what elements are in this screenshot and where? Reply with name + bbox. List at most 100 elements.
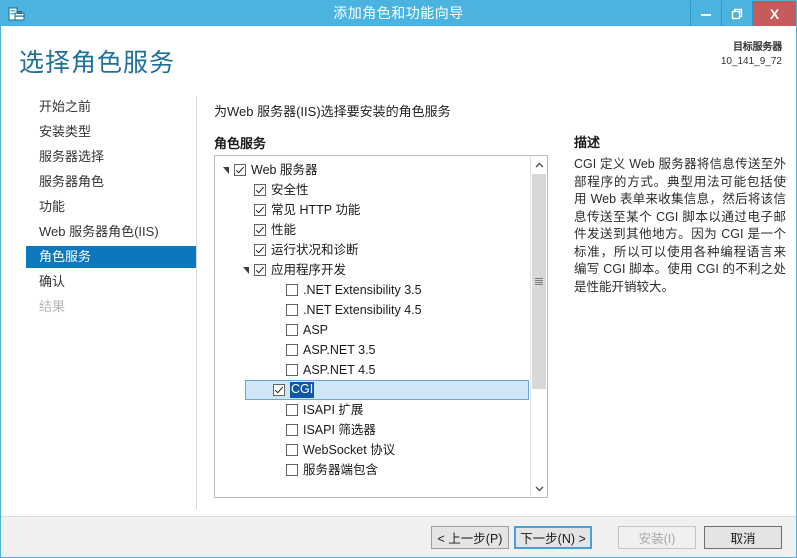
tree-row[interactable]: 服务器端包含 [215, 460, 531, 480]
checkbox-checked[interactable] [254, 204, 266, 216]
tree-row[interactable]: 应用程序开发 [215, 260, 531, 280]
tree-row[interactable]: ASP.NET 3.5 [215, 340, 531, 360]
wizard-step-nav: 开始之前安装类型服务器选择服务器角色功能 Web 服务器角色(IIS) 角色服务确认… [1, 96, 197, 509]
page-title: 选择角色服务 [19, 49, 176, 77]
window-controls: X [690, 1, 796, 26]
checkbox-unchecked[interactable] [286, 404, 298, 416]
checkbox-unchecked[interactable] [286, 284, 298, 296]
tree-row[interactable]: ISAPI 扩展 [215, 400, 531, 420]
expand-triangle-icon[interactable] [241, 184, 254, 197]
checkbox-unchecked[interactable] [286, 304, 298, 316]
tree-row-label: 安全性 [271, 182, 309, 197]
tree-row-label: Web 服务器 [251, 162, 318, 177]
tree-row-label: 应用程序开发 [271, 262, 347, 277]
checkbox-checked[interactable] [254, 244, 266, 256]
target-server-info: 目标服务器 10_141_9_72 [721, 41, 782, 69]
tree-row-label: WebSocket 协议 [303, 442, 396, 457]
role-services-tree[interactable]: Web 服务器安全性常见 HTTP 功能 性能运行状况和诊断 应用程序开发 .NET … [214, 155, 548, 498]
checkbox-checked[interactable] [234, 164, 246, 176]
collapse-triangle-icon[interactable] [221, 164, 234, 177]
wizard-button-bar: < 上一步(P) 下一步(N) > 安装(I) 取消 [1, 516, 796, 557]
cancel-button[interactable]: 取消 [704, 526, 782, 549]
checkbox-checked[interactable] [254, 184, 266, 196]
sidebar-item-0[interactable]: 开始之前 [1, 96, 196, 118]
target-server-label: 目标服务器 [733, 42, 782, 53]
title-bar: 添加角色和功能向导 X [1, 1, 796, 26]
restore-button[interactable] [721, 1, 752, 26]
checkbox-unchecked[interactable] [286, 444, 298, 456]
tree-row-label: CGI [290, 382, 315, 398]
tree-row[interactable]: Web 服务器 [215, 160, 531, 180]
tree-row-label: 常见 HTTP 功能 [271, 202, 361, 217]
checkbox-unchecked[interactable] [286, 424, 298, 436]
install-button: 安装(I) [618, 526, 696, 549]
expand-triangle-icon[interactable] [241, 204, 254, 217]
scroll-up-arrow-icon[interactable] [531, 156, 547, 173]
scrollbar-grip-icon [535, 278, 543, 285]
tree-row[interactable]: CGI [245, 380, 529, 400]
close-button[interactable]: X [752, 1, 796, 26]
checkbox-checked[interactable] [254, 264, 266, 276]
previous-button[interactable]: < 上一步(P) [431, 526, 509, 549]
description-body: CGI 定义 Web 服务器将信息传送至外部程序的方式。典型用法可能包括使用 W… [574, 157, 786, 294]
sidebar-item-7[interactable]: 确认 [1, 271, 196, 293]
role-services-label: 角色服务 [214, 136, 267, 151]
tree-row-label: ISAPI 筛选器 [303, 422, 376, 437]
tree-row[interactable]: 常见 HTTP 功能 [215, 200, 531, 220]
expand-triangle-icon[interactable] [241, 244, 254, 257]
tree-row[interactable]: ASP.NET 4.5 [215, 360, 531, 380]
add-roles-wizard-window: 添加角色和功能向导 X 选择角色服务 目标服务器 10_141_9_72 开始之… [0, 0, 797, 558]
tree-row[interactable]: .NET Extensibility 4.5 [215, 300, 531, 320]
checkbox-unchecked[interactable] [286, 464, 298, 476]
tree-row-label: ASP [303, 322, 329, 337]
expand-triangle-icon[interactable] [241, 224, 254, 237]
sidebar-item-3[interactable]: 服务器角色 [1, 171, 196, 193]
checkbox-checked[interactable] [254, 224, 266, 236]
window-title: 添加角色和功能向导 [333, 5, 464, 21]
tree-row-label: 性能 [271, 222, 297, 237]
tree-scrollbar[interactable] [530, 156, 547, 497]
tree-row-label: .NET Extensibility 3.5 [303, 282, 422, 297]
sidebar-item-1[interactable]: 安装类型 [1, 121, 196, 143]
sidebar-item-6[interactable]: 角色服务 [26, 246, 196, 268]
tree-row[interactable]: ASP [215, 320, 531, 340]
tree-row[interactable]: ISAPI 筛选器 [215, 420, 531, 440]
tree-row-label: ASP.NET 4.5 [303, 362, 376, 377]
sidebar-item-5[interactable]: Web 服务器角色(IIS) [1, 221, 196, 243]
checkbox-unchecked[interactable] [286, 344, 298, 356]
scrollbar-thumb[interactable] [532, 174, 546, 389]
scroll-down-arrow-icon[interactable] [531, 480, 547, 497]
tree-row[interactable]: 安全性 [215, 180, 531, 200]
sidebar-item-2[interactable]: 服务器选择 [1, 146, 196, 168]
tree-row-label: 运行状况和诊断 [271, 242, 359, 257]
description-title: 描述 [574, 135, 601, 150]
tree-row[interactable]: 性能 [215, 220, 531, 240]
checkbox-unchecked[interactable] [286, 324, 298, 336]
tree-row-label: ASP.NET 3.5 [303, 342, 376, 357]
checkbox-unchecked[interactable] [286, 364, 298, 376]
tree-row-label: ISAPI 扩展 [303, 402, 364, 417]
tree-row[interactable]: WebSocket 协议 [215, 440, 531, 460]
next-button[interactable]: 下一步(N) > [514, 526, 592, 549]
server-wizard-icon [6, 4, 26, 24]
sidebar-item-8: 结果 [39, 299, 66, 314]
tree-row-label: 服务器端包含 [303, 462, 379, 477]
checkbox-checked[interactable] [273, 384, 285, 396]
collapse-triangle-icon[interactable] [241, 264, 254, 277]
tree-row[interactable]: 运行状况和诊断 [215, 240, 531, 260]
sidebar-item-4[interactable]: 功能 [1, 196, 196, 218]
tree-row-label: .NET Extensibility 4.5 [303, 302, 422, 317]
minimize-button[interactable] [690, 1, 721, 26]
target-server-value: 10_141_9_72 [720, 56, 782, 67]
instruction-text: 为Web 服务器(IIS)选择要安装的角色服务 [214, 104, 451, 119]
role-services-tree-items: Web 服务器安全性常见 HTTP 功能 性能运行状况和诊断 应用程序开发 .NET … [215, 156, 531, 497]
tree-row[interactable]: .NET Extensibility 3.5 [215, 280, 531, 300]
